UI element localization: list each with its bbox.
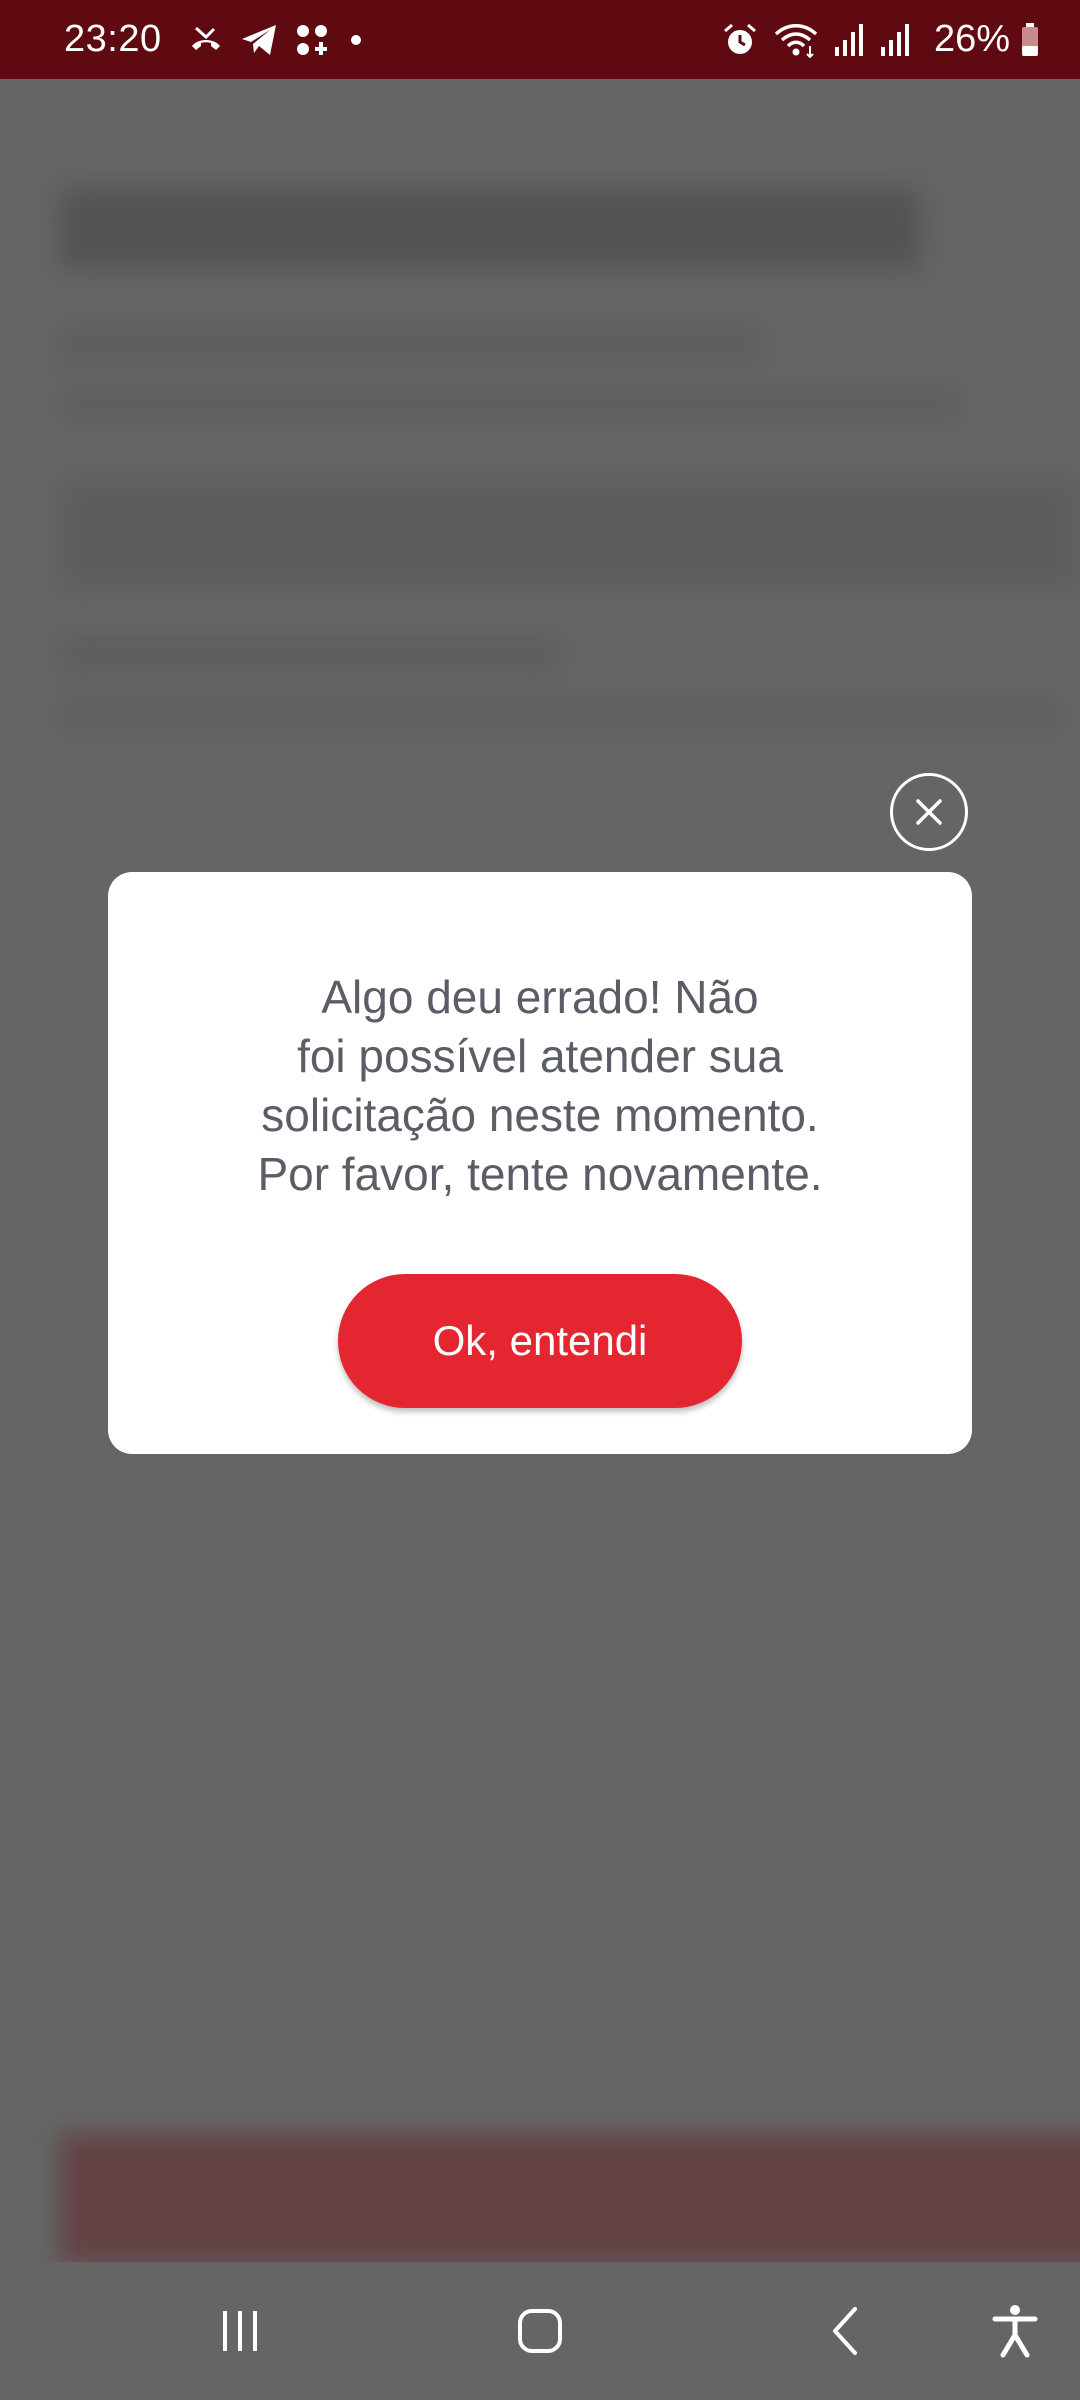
error-message-line: solicitação neste momento. — [261, 1089, 819, 1141]
status-left: 23:20 — [64, 18, 382, 61]
status-bar: 23:20 26% — [0, 0, 1080, 79]
status-right: 26% — [722, 18, 1040, 61]
home-button[interactable] — [490, 2262, 590, 2400]
close-button[interactable] — [890, 773, 968, 851]
accessibility-button[interactable] — [965, 2262, 1065, 2400]
recent-apps-button[interactable] — [190, 2262, 290, 2400]
battery-percent: 26% — [933, 18, 1010, 60]
navigation-bar — [0, 2262, 1080, 2400]
error-message-line: Algo deu errado! Não — [321, 971, 759, 1023]
background-text-line — [60, 389, 960, 419]
status-time: 23:20 — [64, 18, 162, 60]
ok-button[interactable]: Ok, entendi — [338, 1274, 742, 1408]
missed-call-icon — [188, 22, 224, 58]
background-text-line — [60, 699, 1060, 729]
notification-dot-icon — [346, 30, 366, 50]
error-dialog: Algo deu errado! Não foi possível atende… — [108, 872, 972, 1454]
recent-apps-icon — [223, 2311, 257, 2351]
signal-icon — [834, 23, 864, 57]
close-icon — [916, 799, 942, 825]
error-message: Algo deu errado! Não foi possível atende… — [180, 968, 900, 1204]
back-icon — [833, 2307, 857, 2355]
wifi-icon — [774, 22, 818, 58]
background-title-block — [60, 189, 920, 269]
error-message-line: Por favor, tente novamente. — [257, 1148, 823, 1200]
back-button[interactable] — [795, 2262, 895, 2400]
alarm-icon — [722, 22, 758, 58]
background-footer-button — [60, 2134, 1080, 2262]
home-icon — [518, 2309, 562, 2353]
battery-icon — [1020, 22, 1040, 58]
app-grid-icon — [294, 22, 330, 58]
background-text-line — [60, 329, 760, 359]
error-message-line: foi possível atender sua — [297, 1030, 783, 1082]
background-field — [60, 479, 1080, 589]
telegram-icon — [240, 22, 278, 58]
signal-icon — [880, 23, 910, 57]
background-text-line — [60, 639, 560, 669]
accessibility-icon — [992, 2305, 1038, 2358]
